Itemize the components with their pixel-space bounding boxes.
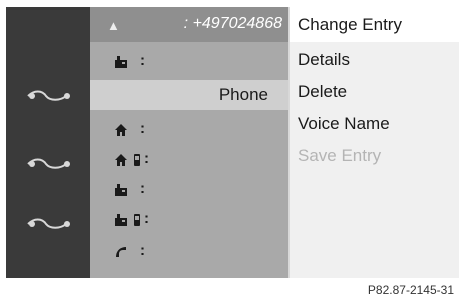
entry-details-list: ▲ : +497024868 : Phone ::::: [90, 7, 288, 278]
entry-row-office[interactable]: : [90, 47, 288, 77]
mobile-icon [134, 214, 140, 226]
entry-row-home[interactable]: : [90, 115, 288, 145]
binder-ring-icon [27, 158, 70, 169]
office-phone-icon [115, 56, 127, 68]
office-phone-icon [115, 184, 127, 196]
home-icon [115, 154, 127, 166]
office-phone-icon [115, 214, 127, 226]
separator-colon: : [144, 150, 149, 167]
binder-ring-icon [27, 90, 70, 101]
mobile-icon [134, 154, 140, 166]
separator-colon: : [140, 52, 145, 69]
entry-row-office-2[interactable]: : [90, 175, 288, 205]
binder-ring-icon [27, 218, 70, 229]
entry-header: ▲ : +497024868 [90, 7, 288, 42]
options-menu: Change Entry Details Delete Voice Name S… [288, 7, 459, 278]
separator-colon: : [140, 242, 145, 259]
phone-number: : +497024868 [183, 15, 282, 32]
address-book-binder [6, 7, 90, 278]
entry-row-office-mobile[interactable]: : [90, 205, 288, 235]
menu-item-voice-name[interactable]: Voice Name [298, 114, 390, 134]
menu-item-delete[interactable]: Delete [298, 82, 347, 102]
entry-row-home-mobile[interactable]: : [90, 145, 288, 175]
person-icon: ▲ [107, 18, 120, 33]
menu-item-details[interactable]: Details [298, 50, 350, 70]
separator-colon: : [144, 210, 149, 227]
entry-row-general[interactable]: : [90, 237, 288, 267]
menu-title-change-entry[interactable]: Change Entry [298, 15, 402, 35]
entry-row-selected[interactable]: Phone [90, 80, 288, 110]
figure-caption: P82.87-2145-31 [367, 283, 454, 297]
entry-type-label: Phone [218, 85, 268, 104]
handset-icon [116, 247, 126, 257]
display-screen: ▲ : +497024868 : Phone ::::: Change … [6, 7, 459, 278]
menu-item-save-entry: Save Entry [298, 146, 382, 165]
separator-colon: : [140, 180, 145, 197]
separator-colon: : [140, 120, 145, 137]
home-icon [115, 124, 127, 136]
